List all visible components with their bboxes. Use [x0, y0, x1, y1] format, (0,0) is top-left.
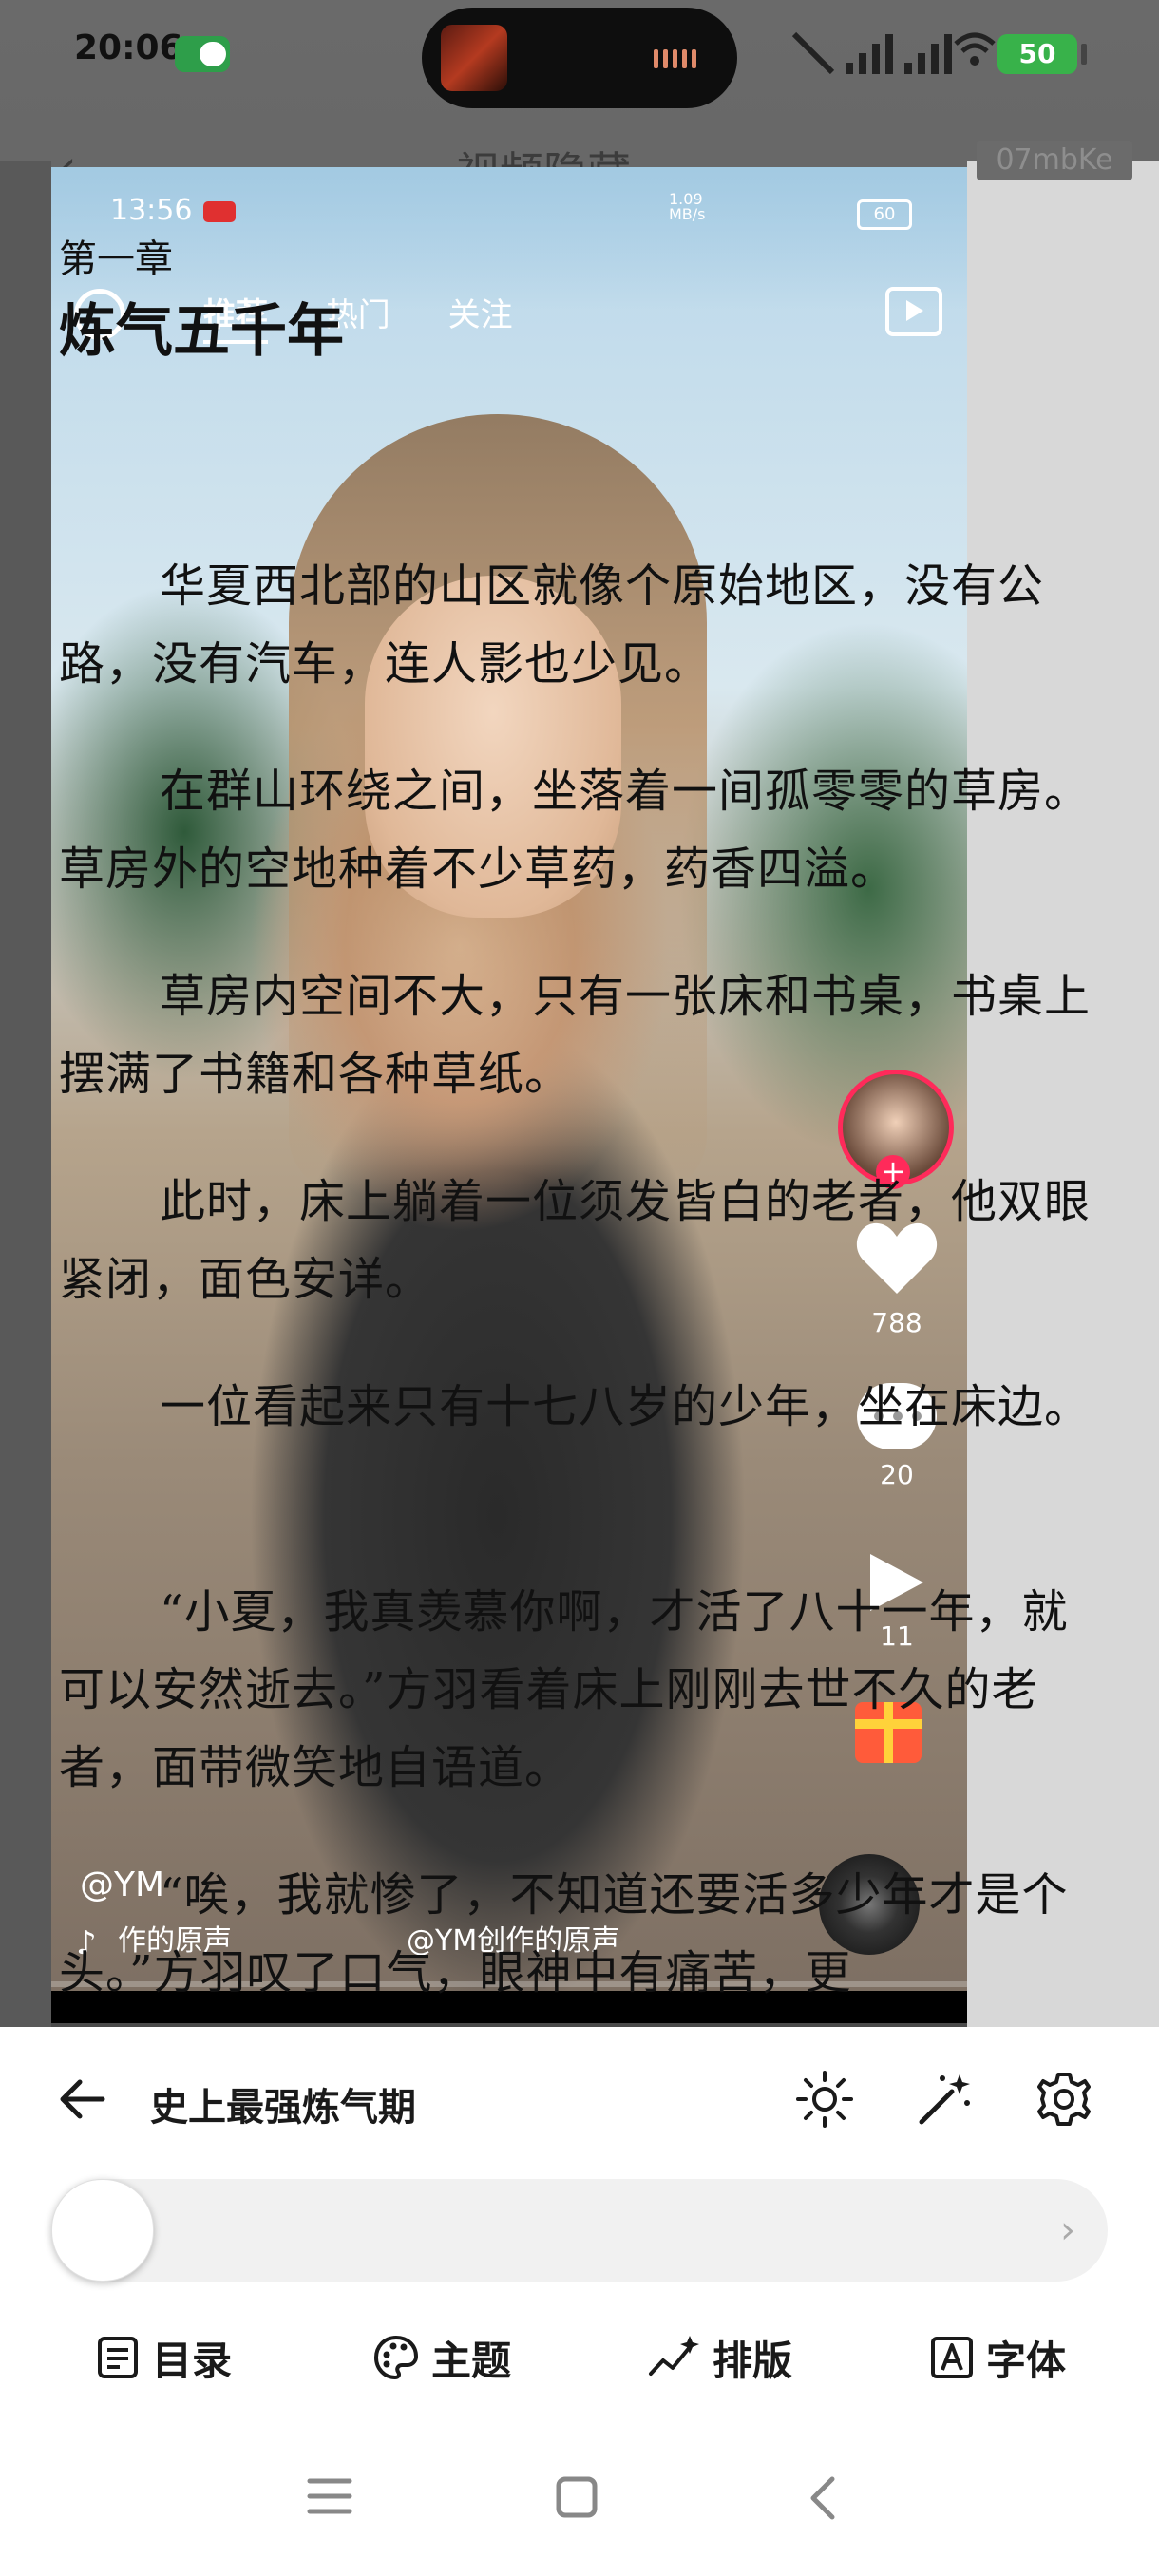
brightness-icon[interactable]	[794, 2069, 855, 2130]
font-a-icon	[931, 2337, 973, 2378]
paragraph: 华夏西北部的山区就像个原始地区，没有公路，没有汽车，连人影也少见。	[59, 559, 1045, 691]
battery-indicator: 50	[998, 34, 1077, 74]
paragraph: 此时，床上躺着一位须发皆白的老者，他双眼紧闭，面色安详。	[59, 1175, 1092, 1306]
menu-label: 主题	[431, 2337, 512, 2384]
video-status-time: 13:56	[110, 194, 193, 227]
dynamic-island[interactable]	[422, 8, 737, 108]
chapter-progress-slider[interactable]: ›	[51, 2179, 1108, 2282]
audio-bars-icon	[654, 49, 705, 68]
menu-layout[interactable]: 排版	[648, 2327, 792, 2388]
background-edge	[0, 161, 51, 2033]
wifi-icon	[954, 32, 996, 66]
chapter-number: 第一章	[59, 237, 173, 281]
book-title: 史上最强炼气期	[150, 2085, 416, 2130]
status-time: 20:06	[74, 28, 183, 67]
home-icon[interactable]	[555, 2475, 598, 2519]
menu-label: 排版	[712, 2337, 793, 2384]
record-icon	[203, 201, 236, 222]
menu-toc[interactable]: 目录	[95, 2327, 232, 2388]
menu-theme[interactable]: 主题	[372, 2327, 511, 2388]
magic-wand-icon[interactable]	[914, 2069, 975, 2130]
system-back-icon[interactable]	[806, 2475, 838, 2521]
sparkle-layout-icon	[649, 2336, 699, 2376]
background-badge: 07mbKe	[977, 141, 1132, 180]
reader-content[interactable]: 第一章 炼气五千年 华夏西北部的山区就像个原始地区，没有公路，没有汽车，连人影也…	[59, 228, 1104, 2014]
media-thumbnail	[441, 25, 507, 91]
slider-handle[interactable]	[51, 2179, 154, 2282]
paragraph: 一位看起来只有十七八岁的少年，坐在床边。	[160, 1380, 1092, 1433]
reader-control-panel: 史上最强炼气期 › 目录 主题 排版 字体	[0, 2027, 1159, 2576]
settings-gear-icon[interactable]	[1034, 2069, 1094, 2130]
paragraph: “小夏，我真羡慕你啊，才活了八十一年，就可以安然逝去。”方羽看着床上刚刚去世不久…	[59, 1585, 1069, 1794]
cloud-icon	[175, 36, 230, 72]
chapter-title: 炼气五千年	[59, 298, 344, 365]
toc-list-icon	[98, 2337, 138, 2378]
menu-font[interactable]: 字体	[929, 2327, 1066, 2388]
paragraph: 在群山环绕之间，坐落着一间孤零零的草房。草房外的空地种着不少草药，药香四溢。	[59, 765, 1092, 896]
battery-cap	[1081, 44, 1087, 65]
chevron-right-icon[interactable]: ›	[1060, 2209, 1075, 2251]
menu-label: 字体	[986, 2337, 1067, 2384]
video-net-speed: 1.09 MB/s	[669, 190, 706, 223]
paragraph: 草房内空间不大，只有一张床和书桌，书桌上摆满了书籍和各种草纸。	[59, 970, 1092, 1101]
back-arrow-icon[interactable]	[55, 2073, 108, 2126]
recent-apps-icon[interactable]	[306, 2475, 353, 2517]
video-battery: 60	[857, 199, 912, 230]
menu-label: 目录	[152, 2337, 233, 2384]
paragraph: “唉，我就惨了，不知道还要活多少年才是个头。”方羽叹了口气，眼神中有痛苦，更	[59, 1868, 1069, 1999]
palette-icon	[373, 2335, 419, 2380]
